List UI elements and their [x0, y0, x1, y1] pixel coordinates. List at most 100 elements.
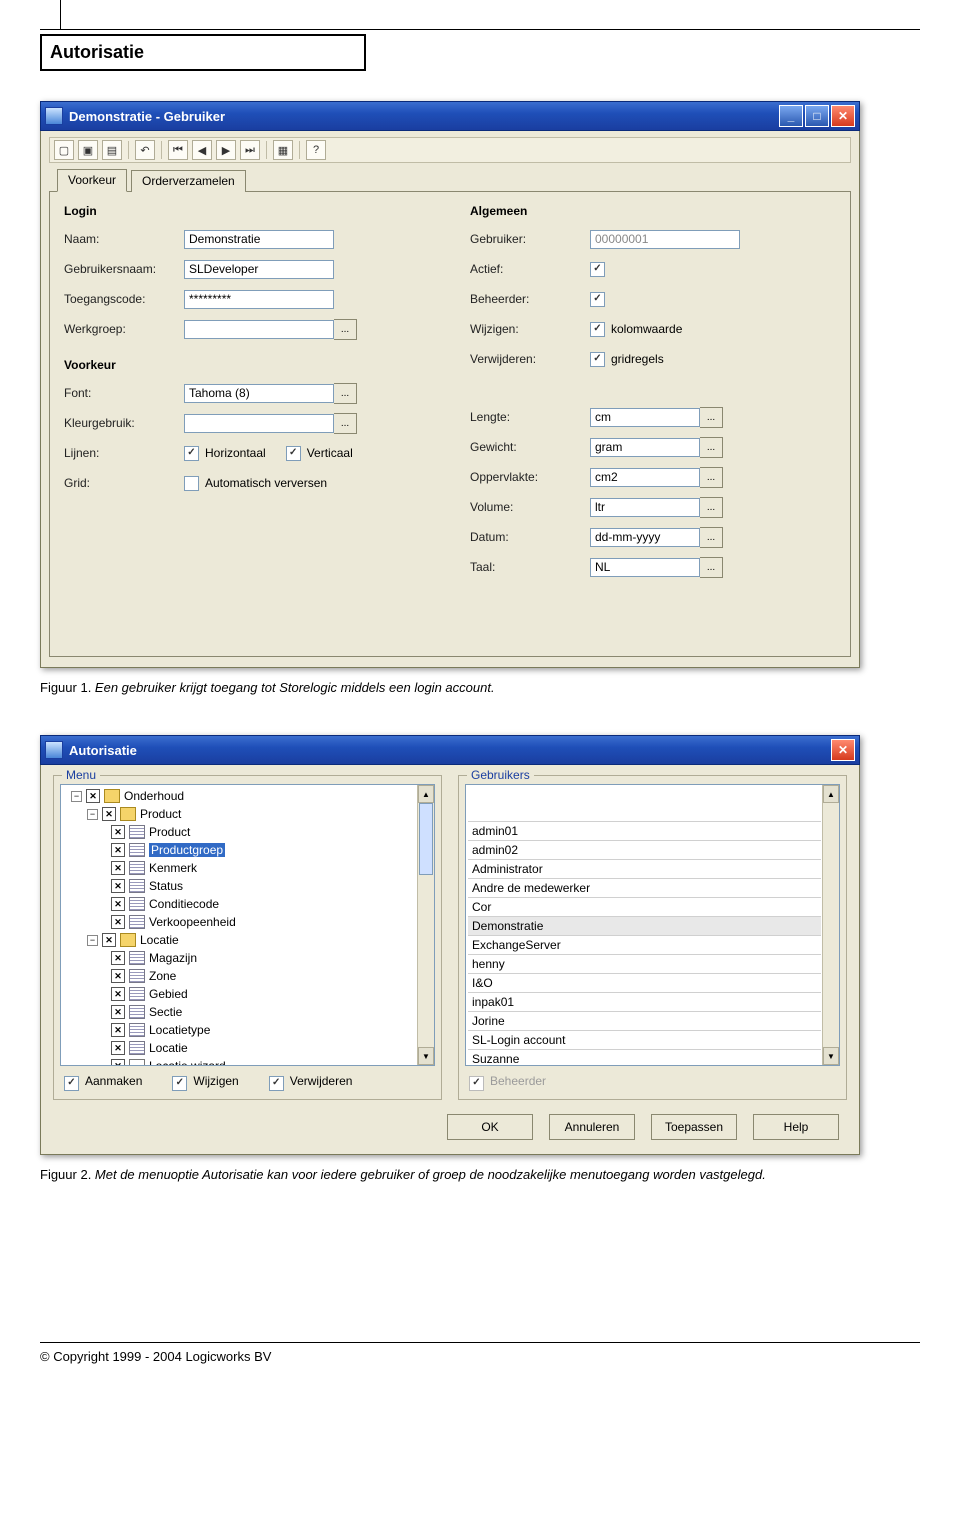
taal-browse-button[interactable]: ...: [700, 557, 723, 578]
list-item[interactable]: SL-Login account: [468, 1031, 821, 1050]
close-button[interactable]: ✕: [831, 739, 855, 761]
tree-checkbox[interactable]: ✕: [111, 969, 125, 983]
toolbar-open-icon[interactable]: ▣: [78, 140, 98, 160]
list-item[interactable]: admin01: [468, 822, 821, 841]
tree-checkbox[interactable]: ✕: [102, 933, 116, 947]
tree-node-label[interactable]: Magazijn: [149, 951, 197, 965]
tree-node-label[interactable]: Productgroep: [149, 843, 225, 857]
menu-tree[interactable]: −✕Onderhoud −✕Product ✕Product ✕Productg…: [60, 784, 435, 1066]
tree-node-label[interactable]: Locatie: [149, 1041, 188, 1055]
scroll-thumb[interactable]: [419, 803, 433, 875]
werkgroep-input[interactable]: [184, 320, 334, 339]
volume-browse-button[interactable]: ...: [700, 497, 723, 518]
toolbar-help-icon[interactable]: ?: [306, 140, 326, 160]
lengte-input[interactable]: [590, 408, 700, 427]
list-item[interactable]: Andre de medewerker: [468, 879, 821, 898]
scroll-down-icon[interactable]: ▼: [418, 1047, 434, 1065]
scroll-up-icon[interactable]: ▲: [823, 785, 839, 803]
toegangscode-input[interactable]: [184, 290, 334, 309]
naam-input[interactable]: [184, 230, 334, 249]
tree-node-label[interactable]: Product: [149, 825, 190, 839]
expander-icon[interactable]: −: [87, 935, 98, 946]
list-item[interactable]: [468, 803, 821, 822]
wijzigen-checkbox[interactable]: ✓: [172, 1076, 187, 1091]
tree-scrollbar[interactable]: ▲ ▼: [417, 785, 434, 1065]
minimize-button[interactable]: _: [779, 105, 803, 127]
toolbar-first-icon[interactable]: ⏮: [168, 140, 188, 160]
title-bar[interactable]: Autorisatie ✕: [40, 735, 860, 765]
tree-node-label[interactable]: Kenmerk: [149, 861, 197, 875]
list-item[interactable]: Cor: [468, 898, 821, 917]
toolbar-save-icon[interactable]: ▤: [102, 140, 122, 160]
tab-orderverzamelen[interactable]: Orderverzamelen: [131, 170, 246, 192]
list-item[interactable]: henny: [468, 955, 821, 974]
actief-checkbox[interactable]: ✓: [590, 262, 605, 277]
aanmaken-checkbox[interactable]: ✓: [64, 1076, 79, 1091]
help-button[interactable]: Help: [753, 1114, 839, 1140]
taal-input[interactable]: [590, 558, 700, 577]
oppervlakte-browse-button[interactable]: ...: [700, 467, 723, 488]
tree-node-label[interactable]: Locatietype: [149, 1023, 210, 1037]
tree-node-label[interactable]: Verkoopeenheid: [149, 915, 236, 929]
toolbar-prev-icon[interactable]: ◀: [192, 140, 212, 160]
tree-checkbox[interactable]: ✕: [111, 879, 125, 893]
annuleren-button[interactable]: Annuleren: [549, 1114, 635, 1140]
tree-node-label[interactable]: Zone: [149, 969, 176, 983]
verticaal-checkbox[interactable]: ✓: [286, 446, 301, 461]
volume-input[interactable]: [590, 498, 700, 517]
list-scrollbar[interactable]: ▲ ▼: [822, 785, 839, 1065]
tree-checkbox[interactable]: ✕: [111, 843, 125, 857]
toolbar-last-icon[interactable]: ⏭: [240, 140, 260, 160]
tree-checkbox[interactable]: ✕: [111, 1005, 125, 1019]
gebruikers-list[interactable]: admin01 admin02 Administrator Andre de m…: [465, 784, 840, 1066]
scroll-down-icon[interactable]: ▼: [823, 1047, 839, 1065]
font-input[interactable]: [184, 384, 334, 403]
tree-checkbox[interactable]: ✕: [111, 1041, 125, 1055]
wijzigen-checkbox[interactable]: ✓: [590, 322, 605, 337]
font-browse-button[interactable]: ...: [334, 383, 357, 404]
tree-node-label[interactable]: Status: [149, 879, 183, 893]
auto-ververs-checkbox[interactable]: [184, 476, 199, 491]
tree-node-label[interactable]: Gebied: [149, 987, 188, 1001]
toolbar-new-icon[interactable]: ▢: [54, 140, 74, 160]
tree-checkbox[interactable]: ✕: [111, 897, 125, 911]
gebruikersnaam-input[interactable]: [184, 260, 334, 279]
tab-voorkeur[interactable]: Voorkeur: [57, 169, 127, 192]
tree-checkbox[interactable]: ✕: [111, 1059, 125, 1066]
tree-checkbox[interactable]: ✕: [111, 915, 125, 929]
title-bar[interactable]: Demonstratie - Gebruiker _ □ ✕: [40, 101, 860, 131]
datum-input[interactable]: [590, 528, 700, 547]
scroll-up-icon[interactable]: ▲: [418, 785, 434, 803]
gewicht-input[interactable]: [590, 438, 700, 457]
list-item[interactable]: Jorine: [468, 1012, 821, 1031]
kleurgebruik-input[interactable]: [184, 414, 334, 433]
maximize-button[interactable]: □: [805, 105, 829, 127]
werkgroep-browse-button[interactable]: ...: [334, 319, 357, 340]
tree-node-label[interactable]: Locatie: [140, 933, 179, 947]
verwijderen-checkbox[interactable]: ✓: [590, 352, 605, 367]
ok-button[interactable]: OK: [447, 1114, 533, 1140]
toepassen-button[interactable]: Toepassen: [651, 1114, 737, 1140]
tree-node-label[interactable]: Conditiecode: [149, 897, 219, 911]
tree-checkbox[interactable]: ✕: [111, 825, 125, 839]
toolbar-next-icon[interactable]: ▶: [216, 140, 236, 160]
lengte-browse-button[interactable]: ...: [700, 407, 723, 428]
tree-node-label[interactable]: Sectie: [149, 1005, 182, 1019]
gewicht-browse-button[interactable]: ...: [700, 437, 723, 458]
oppervlakte-input[interactable]: [590, 468, 700, 487]
tree-checkbox[interactable]: ✕: [111, 861, 125, 875]
tree-checkbox[interactable]: ✕: [111, 987, 125, 1001]
expander-icon[interactable]: −: [87, 809, 98, 820]
beheerder-checkbox[interactable]: ✓: [590, 292, 605, 307]
list-item[interactable]: Demonstratie: [468, 917, 821, 936]
tree-checkbox[interactable]: ✕: [111, 1023, 125, 1037]
datum-browse-button[interactable]: ...: [700, 527, 723, 548]
list-item[interactable]: inpak01: [468, 993, 821, 1012]
expander-icon[interactable]: −: [71, 791, 82, 802]
kleurgebruik-browse-button[interactable]: ...: [334, 413, 357, 434]
list-item[interactable]: Suzanne: [468, 1050, 821, 1066]
list-item[interactable]: admin02: [468, 841, 821, 860]
verwijderen-checkbox[interactable]: ✓: [269, 1076, 284, 1091]
tree-checkbox[interactable]: ✕: [102, 807, 116, 821]
close-button[interactable]: ✕: [831, 105, 855, 127]
